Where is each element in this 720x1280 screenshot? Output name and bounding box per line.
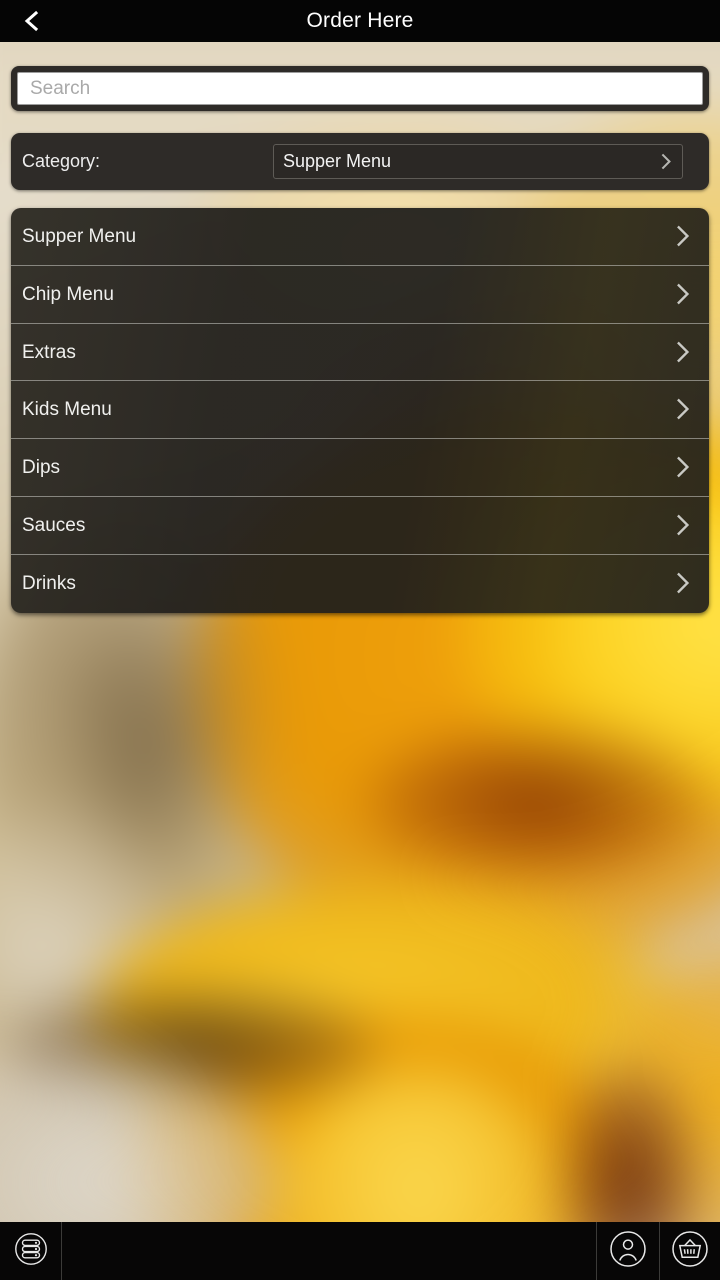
list-item-label: Supper Menu — [22, 226, 137, 247]
chevron-right-icon — [669, 512, 695, 543]
category-row: Category: Supper Menu — [11, 133, 709, 190]
category-selected-value: Supper Menu — [283, 151, 392, 171]
menu-category-list: Supper Menu Chip Menu Extras Kids Menu D… — [11, 208, 709, 613]
chevron-right-icon — [669, 339, 695, 370]
search-input[interactable] — [17, 72, 703, 105]
chevron-right-icon — [669, 281, 695, 312]
nav-divider — [61, 1222, 62, 1280]
list-item[interactable]: Kids Menu — [11, 381, 709, 440]
nav-divider — [659, 1222, 660, 1280]
nav-basket-button[interactable] — [659, 1222, 720, 1280]
user-account-icon — [609, 1230, 647, 1273]
search-bar — [11, 66, 709, 111]
menu-list-icon — [14, 1232, 48, 1271]
list-item-label: Dips — [22, 457, 61, 479]
bottom-nav-bar — [0, 1222, 720, 1280]
nav-account-button[interactable] — [596, 1222, 659, 1280]
chevron-right-icon — [669, 223, 695, 254]
shopping-basket-icon — [671, 1230, 709, 1273]
nav-divider — [596, 1222, 597, 1280]
list-item-label: Extras — [22, 341, 76, 363]
list-item[interactable]: Supper Menu — [11, 208, 709, 266]
chevron-right-icon — [656, 152, 675, 176]
list-item[interactable]: Chip Menu — [11, 266, 709, 324]
list-item-label: Kids Menu — [22, 399, 112, 421]
category-select[interactable]: Supper Menu — [273, 144, 683, 179]
list-item[interactable]: Dips — [11, 439, 709, 497]
category-label: Category: — [22, 151, 101, 171]
chevron-right-icon — [669, 454, 695, 485]
list-item[interactable]: Drinks — [11, 555, 709, 613]
app-header: Order Here — [0, 0, 720, 42]
nav-menu-button[interactable] — [0, 1222, 61, 1280]
list-item[interactable]: Sauces — [11, 497, 709, 555]
list-item[interactable]: Extras — [11, 324, 709, 382]
list-item-label: Drinks — [22, 572, 76, 594]
list-item-label: Chip Menu — [22, 283, 114, 305]
order-here-screen: Order Here Category: Supper Menu Supper … — [0, 0, 720, 1280]
chevron-right-icon — [669, 570, 695, 601]
list-item-label: Sauces — [22, 514, 86, 536]
chevron-right-icon — [669, 396, 695, 427]
page-title: Order Here — [306, 9, 414, 32]
